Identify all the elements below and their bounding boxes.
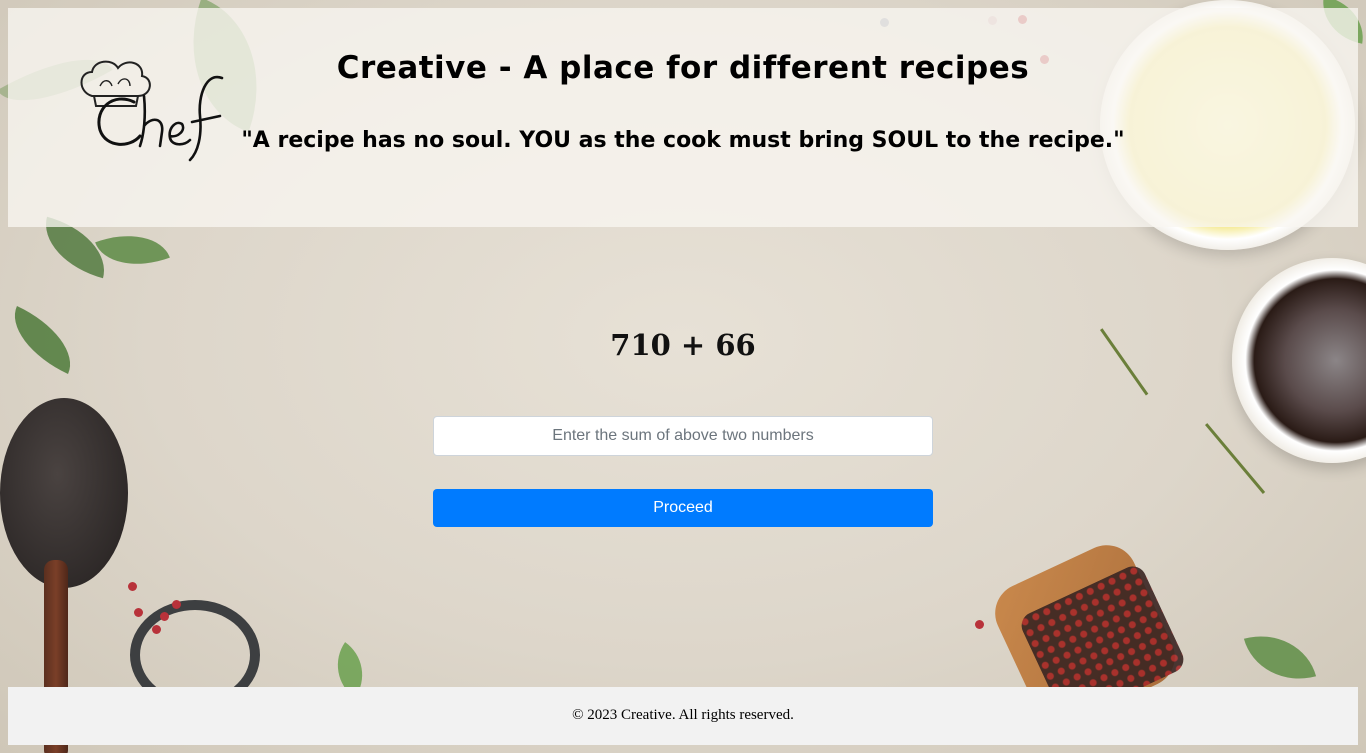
- site-title: Creative - A place for different recipes: [336, 50, 1030, 86]
- site-header: Creative - A place for different recipes…: [8, 8, 1358, 227]
- proceed-button[interactable]: Proceed: [433, 489, 933, 527]
- math-challenge: 710 + 66: [610, 328, 756, 362]
- sum-input[interactable]: [433, 416, 933, 456]
- site-footer: © 2023 Creative. All rights reserved.: [8, 687, 1358, 745]
- copyright-text: © 2023 Creative. All rights reserved.: [572, 707, 794, 723]
- tagline-quote: "A recipe has no soul. YOU as the cook m…: [241, 128, 1125, 153]
